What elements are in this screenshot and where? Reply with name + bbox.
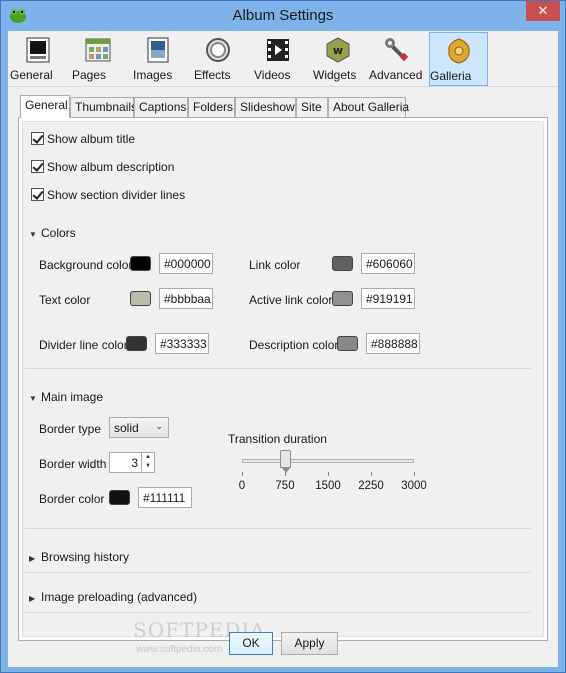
main-image-section-toggle[interactable]: ▼ Main image	[29, 390, 103, 404]
triangle-right-icon: ▶	[29, 554, 36, 563]
close-button[interactable]: ✕	[526, 1, 560, 21]
section-divider	[25, 572, 531, 573]
show-album-description-checkbox[interactable]: Show album description	[31, 160, 174, 176]
transition-duration-slider-track[interactable]	[242, 459, 414, 463]
toolbar-effects-button[interactable]: Effects	[194, 32, 242, 86]
window-title: Album Settings	[232, 7, 334, 24]
images-icon	[147, 37, 169, 63]
galleria-icon	[447, 38, 470, 64]
checkbox-checked-icon	[31, 160, 44, 173]
tab-thumbnails[interactable]: Thumbnails	[70, 97, 137, 117]
show-album-title-checkbox[interactable]: Show album title	[31, 132, 135, 148]
border-color-label: Border color	[39, 492, 105, 506]
toolbar-pages-button[interactable]: Pages	[72, 32, 124, 86]
svg-text:w: w	[333, 44, 343, 57]
link-color-swatch[interactable]	[332, 256, 353, 271]
link-color-label: Link color	[249, 258, 301, 272]
chevron-down-icon: ⌄	[155, 421, 163, 431]
image-preloading-section-toggle[interactable]: ▶ Image preloading (advanced)	[29, 590, 197, 604]
colors-section-toggle[interactable]: ▼ Colors	[29, 226, 76, 240]
divider-line-color-field[interactable]: #333333	[155, 333, 209, 354]
general-tab-panel: Show album title Show album description …	[18, 117, 548, 641]
toolbar-widgets-button[interactable]: w Widgets	[313, 32, 363, 86]
client-area: General Pages Images Effects Videos w Wi…	[8, 31, 558, 667]
tab-slideshow[interactable]: Slideshow	[235, 97, 296, 117]
settings-scroll-area: Show album title Show album description …	[22, 121, 544, 637]
scale-label: 0	[238, 480, 246, 492]
slider-tick	[285, 472, 286, 476]
tab-site[interactable]: Site	[296, 97, 328, 117]
border-color-field[interactable]: #111111	[138, 487, 192, 508]
section-divider	[25, 368, 531, 369]
category-toolbar: General Pages Images Effects Videos w Wi…	[8, 31, 558, 87]
spin-down-icon[interactable]: ▼	[142, 462, 154, 471]
scale-label: 2250	[358, 480, 384, 492]
active-link-color-field[interactable]: #919191	[361, 288, 415, 309]
active-link-color-label: Active link color	[249, 293, 333, 307]
tab-general[interactable]: General	[20, 95, 70, 118]
ok-button[interactable]: OK	[229, 632, 273, 655]
background-color-field[interactable]: #000000	[159, 253, 213, 274]
border-width-stepper[interactable]: 3 ▲ ▼	[109, 452, 155, 473]
description-color-label: Description color	[249, 338, 339, 352]
scale-label: 750	[275, 480, 295, 492]
softpedia-watermark-url: www.softpedia.com	[136, 644, 223, 655]
videos-icon	[267, 39, 289, 61]
apply-button[interactable]: Apply	[281, 632, 338, 655]
checkbox-checked-icon	[31, 188, 44, 201]
toolbar-general-button[interactable]: General	[10, 32, 66, 86]
transition-duration-label: Transition duration	[228, 432, 327, 446]
tab-area: General Thumbnails Captions Folders Slid…	[16, 93, 552, 641]
spin-up-icon[interactable]: ▲	[142, 453, 154, 462]
album-settings-window: Album Settings ✕ General Pages Images Ef…	[0, 0, 566, 673]
text-color-field[interactable]: #bbbbaa	[159, 288, 213, 309]
text-color-swatch[interactable]	[130, 291, 151, 306]
toolbar-videos-button[interactable]: Videos	[254, 32, 302, 86]
triangle-down-icon: ▼	[29, 394, 37, 403]
background-color-swatch[interactable]	[130, 256, 151, 271]
transition-duration-slider-thumb[interactable]	[280, 450, 291, 473]
border-type-select[interactable]: solid ⌄	[109, 417, 169, 438]
title-bar: Album Settings ✕	[1, 1, 565, 31]
show-section-divider-lines-checkbox[interactable]: Show section divider lines	[31, 188, 185, 204]
border-width-label: Border width	[39, 457, 107, 471]
general-icon	[26, 37, 50, 63]
tab-folders[interactable]: Folders	[188, 97, 235, 117]
link-color-field[interactable]: #606060	[361, 253, 415, 274]
effects-icon	[206, 38, 230, 62]
triangle-right-icon: ▶	[29, 594, 36, 603]
tab-about-galleria[interactable]: About Galleria	[328, 97, 409, 117]
background-color-label: Background color	[39, 258, 133, 272]
description-color-swatch[interactable]	[337, 336, 358, 351]
active-link-color-swatch[interactable]	[332, 291, 353, 306]
toolbar-images-button[interactable]: Images	[133, 32, 183, 86]
slider-tick	[371, 472, 372, 476]
triangle-down-icon: ▼	[29, 230, 37, 239]
divider-line-color-swatch[interactable]	[126, 336, 147, 351]
toolbar-advanced-button[interactable]: Advanced	[369, 32, 425, 86]
border-type-label: Border type	[39, 422, 102, 436]
checkbox-checked-icon	[31, 132, 44, 145]
toolbar-galleria-button[interactable]: Galleria	[429, 32, 488, 86]
section-divider	[25, 528, 531, 529]
slider-tick	[242, 472, 243, 476]
wrench-icon	[385, 38, 409, 62]
border-color-swatch[interactable]	[109, 490, 130, 505]
slider-tick	[328, 472, 329, 476]
slider-tick	[414, 472, 415, 476]
browsing-history-section-toggle[interactable]: ▶ Browsing history	[29, 550, 129, 564]
tab-captions[interactable]: Captions	[134, 97, 188, 117]
scale-label: 3000	[401, 480, 427, 492]
divider-line-color-label: Divider line color	[39, 338, 128, 352]
section-divider	[25, 612, 531, 613]
widgets-icon: w	[326, 37, 350, 63]
text-color-label: Text color	[39, 293, 91, 307]
pages-icon	[85, 38, 111, 62]
description-color-field[interactable]: #888888	[366, 333, 420, 354]
scale-label: 1500	[315, 480, 341, 492]
